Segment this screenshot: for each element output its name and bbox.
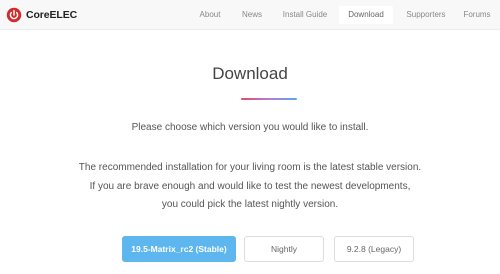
recommendation-line-2: If you are brave enough and would like t… xyxy=(89,181,411,192)
nightly-download-button[interactable]: Nightly xyxy=(244,236,324,262)
nav-supporters[interactable]: Supporters xyxy=(404,6,448,24)
nav-install-guide[interactable]: Install Guide xyxy=(282,6,328,24)
top-navbar: CoreELEC About News Install Guide Downlo… xyxy=(0,0,500,30)
nav-news[interactable]: News xyxy=(240,6,264,24)
stable-download-button[interactable]: 19.5-Matrix_rc2 (Stable) xyxy=(122,236,236,262)
title-divider xyxy=(241,98,297,100)
recommendation-line-3: you could pick the latest nightly versio… xyxy=(161,199,339,210)
legacy-download-button[interactable]: 9.2.8 (Legacy) xyxy=(334,236,414,262)
intro-text: Please choose which version you would li… xyxy=(131,122,369,133)
main-nav: About News Install Guide Download Suppor… xyxy=(0,0,500,30)
recommendation-line-1: The recommended installation for your li… xyxy=(78,162,422,173)
nav-download[interactable]: Download xyxy=(339,6,393,24)
page-title: Download xyxy=(212,64,288,83)
nav-about[interactable]: About xyxy=(197,6,223,24)
nav-forums[interactable]: Forums xyxy=(462,6,492,24)
